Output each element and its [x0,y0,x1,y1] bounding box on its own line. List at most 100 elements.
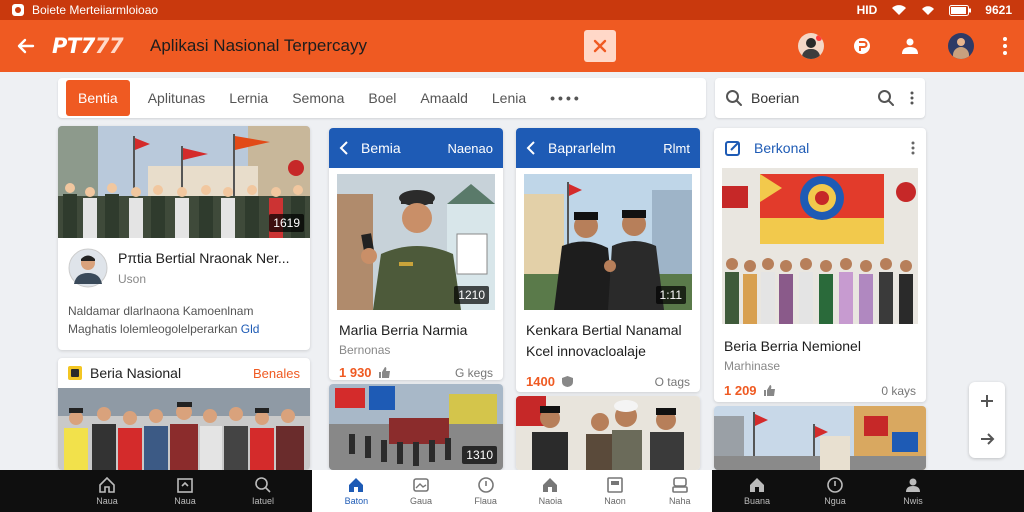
search-submit-icon[interactable] [877,89,895,107]
photo-icon [413,478,429,492]
handshake-photo: 1:11 [524,174,692,310]
tab-1[interactable]: Aplitunas [136,78,218,118]
news-badge-icon [68,366,82,380]
ceremony-photo: 1619 [58,126,310,238]
store-icon [177,478,193,493]
tab-4[interactable]: Boel [356,78,408,118]
national-thumb-card[interactable] [714,406,926,470]
arrow-right-icon[interactable] [979,431,995,447]
home-filled-icon [349,478,364,492]
search-icon [255,477,271,493]
nav-label: Gaua [409,496,433,506]
profile-card-more-link[interactable]: Gld [241,322,260,336]
profile-card-title: Pπtia Bertial Nraonak Ner... [118,250,290,266]
tab-0[interactable]: Bentia [66,80,130,116]
search-icon [726,90,742,106]
app-notification-icon [12,4,24,16]
video-card-1-count: 1 930 [339,365,372,380]
nav-label: Ngua [824,496,846,506]
nav-home-left[interactable]: Naua [68,470,146,512]
nasional-card-link[interactable]: Benales [253,366,300,381]
nav-home-right[interactable]: Buana [718,470,796,512]
thumb-up-icon[interactable] [378,366,391,379]
back-button[interactable] [0,20,52,72]
newspaper-icon [607,477,623,493]
tab-more[interactable]: •••• [538,78,594,118]
nav-gallery[interactable]: Gaua [389,470,454,512]
delegation-illustration [722,168,918,324]
video-thumb-card-2[interactable] [516,396,700,470]
crowd-photo [58,388,310,470]
video-thumb-card-1[interactable]: 1310 [329,384,503,470]
national-card-count: 1 209 [724,383,757,398]
category-tabs: Bentia Aplitunas Lernia Semona Boel Amaa… [58,78,706,118]
video-thumb-duration-1: 1310 [462,446,497,464]
nasional-card-title: Beria Nasional [90,365,182,381]
street-photo [714,406,926,470]
video-duration-2: 1:11 [655,286,686,304]
nav-home-2[interactable]: Naoia [518,470,583,512]
delegation-photo [722,168,918,324]
app-logo: PT777 [52,34,134,58]
national-card-title: Beria Berria Nemionel [724,338,861,354]
video-card-2-title-2: Kcel innovacloalaje [526,343,646,359]
more-vert-icon[interactable] [1002,36,1008,56]
more-vert-icon[interactable] [909,90,915,106]
more-vert-icon[interactable] [910,140,916,156]
logo-text-primary: PT7 [52,34,95,58]
nav-profile[interactable]: Naha [647,470,712,512]
app-bar: PT777 Aplikasi Nasional Terpercayy [0,20,1024,72]
nav-store-left[interactable]: Naua [146,470,224,512]
bottom-nav-right: Buana Ngua Nwis [712,470,1024,512]
home-icon [543,478,558,492]
national-card[interactable]: Berkonal Beria Berria Nemionel Marhinase… [714,128,926,402]
nav-label: Iatuel [251,496,275,506]
nav-search-left[interactable]: Iatuel [224,470,302,512]
compass-icon [477,477,494,493]
tab-5[interactable]: Amaald [408,78,479,118]
officials-illustration [516,396,700,470]
nav-news[interactable]: Naon [583,470,648,512]
tab-3[interactable]: Semona [280,78,356,118]
search-box [715,78,925,118]
profile-news-card[interactable]: 1619 Pπtia Bertial Nraonak Ner... Uson N… [58,126,310,350]
video-card-2[interactable]: Baprarlelm Rlmt 1:11 Kenkara Bertial Nan… [516,128,700,392]
nav-label: Baton [344,496,369,506]
nav-label: Flaua [474,496,497,506]
chat-icon[interactable] [852,36,872,56]
nav-account-right[interactable]: Nwis [874,470,952,512]
national-card-meta: Marhinase [724,359,781,373]
plus-icon[interactable] [979,393,995,409]
home-icon [99,476,115,493]
shield-icon[interactable] [561,375,574,388]
chevron-left-icon[interactable] [526,141,536,155]
wifi-strength-icon [922,6,935,15]
home-icon [750,478,764,492]
video-card-1-title: Marlia Berria Narmia [339,322,468,338]
photo-duration: 1619 [269,214,304,232]
battery-icon [949,4,972,16]
video-card-1-header-sub: Naenao [447,140,493,156]
chevron-left-icon[interactable] [339,141,349,155]
nav-home-active[interactable]: Baton [324,470,389,512]
video-card-2-tags: O tags [654,374,690,389]
user-avatar[interactable] [948,33,974,59]
tab-2[interactable]: Lernia [217,78,280,118]
nav-explore[interactable]: Flaua [453,470,518,512]
nav-label: Nwis [903,496,923,506]
video-card-1-header: Bemia Naenao [329,128,503,168]
video-card-1[interactable]: Bemia Naenao 1210 Marlia Berria Narmia B… [329,128,503,380]
person-icon[interactable] [900,36,920,56]
video-card-2-header-sub: Rlmt [663,140,690,156]
nav-explore-right[interactable]: Ngua [796,470,874,512]
nav-label: Buana [743,496,771,506]
edit-square-icon [725,141,740,156]
nasional-card[interactable]: Beria Nasional Benales [58,358,310,470]
close-button[interactable] [584,30,616,62]
search-input[interactable] [751,90,861,106]
thumb-up-icon[interactable] [763,384,776,397]
video-card-1-tags: G kegs [454,365,493,380]
tab-6[interactable]: Lenia [480,78,538,118]
notification-avatar[interactable] [798,33,824,59]
video-card-2-header: Baprarlelm Rlmt [516,128,700,168]
